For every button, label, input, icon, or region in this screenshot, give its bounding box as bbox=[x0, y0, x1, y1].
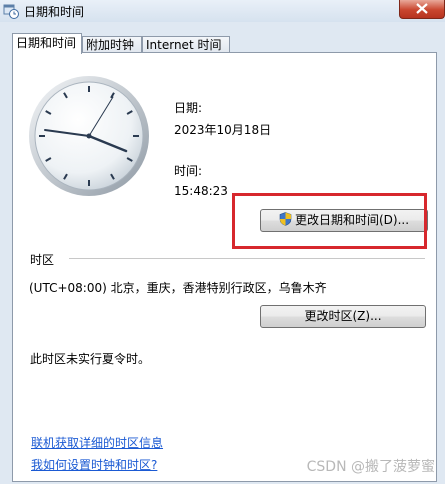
time-value: 15:48:23 bbox=[174, 184, 228, 198]
close-icon bbox=[416, 3, 428, 14]
how-to-set-clock-link[interactable]: 我如何设置时钟和时区? bbox=[31, 456, 157, 473]
close-button[interactable] bbox=[399, 0, 445, 19]
tab-additional-clocks[interactable]: 附加时钟 bbox=[82, 36, 142, 53]
time-label: 时间: bbox=[174, 164, 203, 178]
online-timezone-info-link[interactable]: 联机获取详细的时区信息 bbox=[31, 434, 163, 451]
tab-panel: 日期: 2023年10月18日 时间: 15:48:23 更改日期和时间(D).… bbox=[12, 52, 437, 482]
date-value: 2023年10月18日 bbox=[174, 123, 272, 137]
date-label: 日期: bbox=[174, 101, 203, 115]
timezone-separator bbox=[69, 258, 425, 259]
title-bar[interactable]: 日期和时间 bbox=[0, 0, 445, 22]
window-title: 日期和时间 bbox=[24, 5, 85, 19]
highlight-box bbox=[232, 193, 427, 249]
tab-date-time[interactable]: 日期和时间 bbox=[12, 33, 82, 54]
dst-note: 此时区未实行夏令时。 bbox=[30, 352, 151, 366]
analog-clock bbox=[29, 76, 149, 196]
timezone-value: (UTC+08:00) 北京，重庆，香港特别行政区，乌鲁木齐 bbox=[29, 281, 327, 295]
tab-internet-time[interactable]: Internet 时间 bbox=[142, 36, 230, 53]
watermark: CSDN @搬了菠萝蜜 bbox=[306, 459, 435, 475]
timezone-section-label: 时区 bbox=[30, 253, 55, 267]
datetime-app-icon bbox=[3, 4, 19, 19]
change-timezone-button[interactable]: 更改时区(Z)... bbox=[260, 305, 426, 328]
